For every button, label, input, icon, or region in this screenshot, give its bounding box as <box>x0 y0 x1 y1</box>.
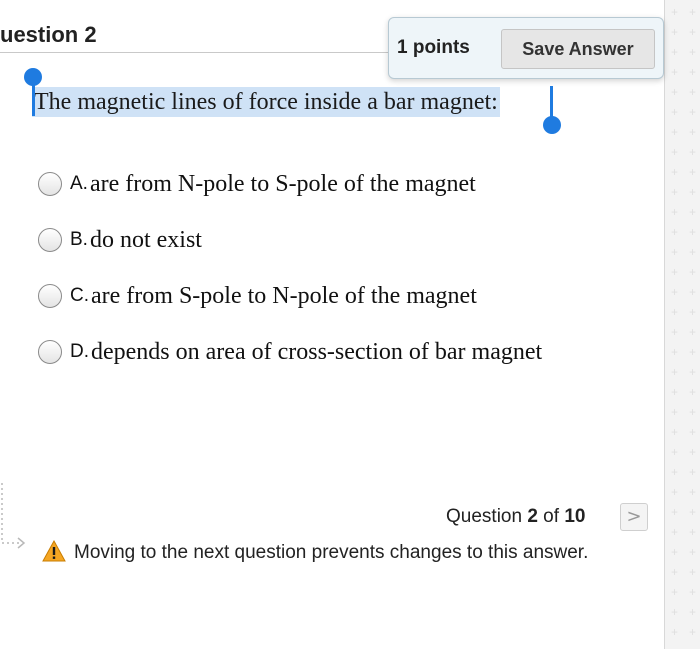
option-a-letter: A. <box>70 173 88 194</box>
plus-pattern-icon: + <box>689 25 697 39</box>
plus-pattern-icon: + <box>689 305 697 319</box>
plus-pattern-icon: + <box>671 525 679 539</box>
plus-pattern-icon: + <box>689 85 697 99</box>
plus-pattern-icon: + <box>671 485 679 499</box>
plus-pattern-icon: + <box>671 45 679 59</box>
warning-triangle-icon <box>42 540 66 562</box>
plus-pattern-icon: + <box>671 345 679 359</box>
points-label: 1 points <box>397 37 470 58</box>
option-b-letter: B. <box>70 229 88 250</box>
plus-pattern-icon: + <box>671 325 679 339</box>
plus-pattern-icon: + <box>689 285 697 299</box>
option-b-text: do not exist <box>89 226 202 253</box>
plus-pattern-icon: + <box>671 605 679 619</box>
plus-pattern-icon: + <box>689 185 697 199</box>
counter-total: 10 <box>564 506 586 527</box>
plus-pattern-icon: + <box>689 125 697 139</box>
plus-pattern-icon: + <box>671 585 679 599</box>
plus-pattern-icon: + <box>671 545 679 559</box>
right-scroll-strip: + + + + + + + + + + + + + + + + + + + + + + + + + + + + + + + + + + + + + + + +… <box>664 0 700 649</box>
option-c[interactable]: C. are from S-pole to N-pole of the magn… <box>38 281 477 311</box>
option-c-text: are from S-pole to N-pole of the magnet <box>91 282 477 309</box>
option-a-text: are from N-pole to S-pole of the magnet <box>89 170 476 197</box>
option-d-radio[interactable] <box>38 340 62 364</box>
plus-pattern-icon: + <box>671 465 679 479</box>
plus-pattern-icon: + <box>689 525 697 539</box>
warning-message: Moving to the next question prevents cha… <box>42 538 622 567</box>
plus-pattern-icon: + <box>689 365 697 379</box>
plus-pattern-icon: + <box>671 185 679 199</box>
plus-pattern-icon: + <box>689 245 697 259</box>
option-c-radio[interactable] <box>38 284 62 308</box>
plus-pattern-icon: + <box>689 345 697 359</box>
question-counter: Question 2 of 10 <box>446 506 585 528</box>
plus-pattern-icon: + <box>689 325 697 339</box>
plus-pattern-icon: + <box>689 105 697 119</box>
option-a[interactable]: A. are from N-pole to S-pole of the magn… <box>38 169 476 199</box>
plus-pattern-icon: + <box>689 65 697 79</box>
question-text: The magnetic lines of force inside a bar… <box>32 87 500 117</box>
save-answer-button[interactable]: Save Answer <box>501 29 655 69</box>
option-d-text: depends on area of cross-section of bar … <box>91 338 543 365</box>
option-d[interactable]: D. depends on area of cross-section of b… <box>38 337 542 367</box>
plus-pattern-icon: + <box>689 265 697 279</box>
counter-mid: of <box>537 506 565 527</box>
plus-pattern-icon: + <box>671 265 679 279</box>
plus-pattern-icon: + <box>689 465 697 479</box>
plus-pattern-icon: + <box>689 585 697 599</box>
plus-pattern-icon: + <box>671 225 679 239</box>
option-b[interactable]: B. do not exist <box>38 225 202 255</box>
plus-pattern-icon: + <box>671 25 679 39</box>
option-a-radio[interactable] <box>38 172 62 196</box>
plus-pattern-icon: + <box>671 85 679 99</box>
plus-pattern-icon: + <box>689 445 697 459</box>
counter-current: 2 <box>527 506 538 527</box>
plus-pattern-icon: + <box>671 385 679 399</box>
plus-pattern-icon: + <box>671 445 679 459</box>
option-d-letter: D. <box>70 341 89 362</box>
plus-pattern-icon: + <box>689 625 697 639</box>
plus-pattern-icon: + <box>689 485 697 499</box>
plus-pattern-icon: + <box>671 65 679 79</box>
plus-pattern-icon: + <box>671 125 679 139</box>
question-title: uestion 2 <box>0 22 97 47</box>
plus-pattern-icon: + <box>671 245 679 259</box>
plus-pattern-icon: + <box>671 285 679 299</box>
plus-pattern-icon: + <box>689 505 697 519</box>
plus-pattern-icon: + <box>689 165 697 179</box>
plus-pattern-icon: + <box>689 425 697 439</box>
plus-pattern-icon: + <box>689 225 697 239</box>
plus-pattern-icon: + <box>671 405 679 419</box>
plus-pattern-icon: + <box>671 425 679 439</box>
plus-pattern-icon: + <box>689 385 697 399</box>
warning-text: Moving to the next question prevents cha… <box>74 542 589 563</box>
chevron-right-icon: > <box>626 506 642 527</box>
plus-pattern-icon: + <box>689 565 697 579</box>
plus-pattern-icon: + <box>689 205 697 219</box>
plus-pattern-icon: + <box>671 145 679 159</box>
plus-pattern-icon: + <box>671 105 679 119</box>
plus-pattern-icon: + <box>671 205 679 219</box>
plus-pattern-icon: + <box>671 565 679 579</box>
plus-pattern-icon: + <box>671 165 679 179</box>
plus-pattern-icon: + <box>671 505 679 519</box>
header-divider <box>0 52 395 53</box>
dotted-connector-icon <box>1 483 26 549</box>
plus-pattern-icon: + <box>689 5 697 19</box>
plus-pattern-icon: + <box>689 405 697 419</box>
next-question-button[interactable]: > <box>620 503 648 531</box>
plus-pattern-icon: + <box>671 305 679 319</box>
plus-pattern-icon: + <box>689 45 697 59</box>
plus-pattern-icon: + <box>671 5 679 19</box>
plus-pattern-icon: + <box>689 145 697 159</box>
plus-pattern-icon: + <box>671 625 679 639</box>
points-box: 1 points Save Answer <box>388 17 664 79</box>
plus-pattern-icon: + <box>689 605 697 619</box>
plus-pattern-icon: + <box>671 365 679 379</box>
plus-pattern-icon: + <box>689 545 697 559</box>
option-c-letter: C. <box>70 285 89 306</box>
option-b-radio[interactable] <box>38 228 62 252</box>
counter-prefix: Question <box>446 506 528 527</box>
